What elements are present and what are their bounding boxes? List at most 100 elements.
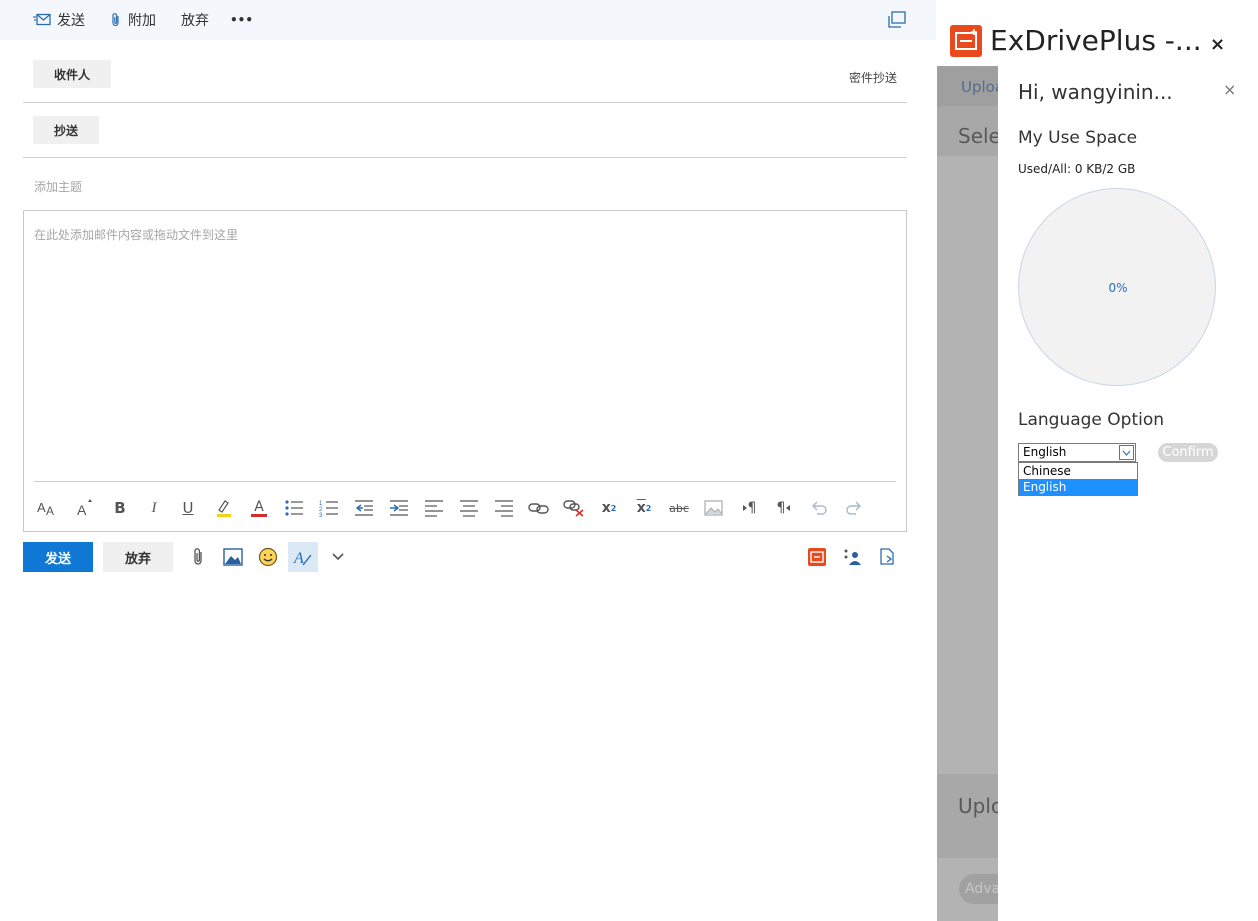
toolbar-discard-label: 放弃 xyxy=(181,13,209,29)
align-left-icon[interactable] xyxy=(423,497,445,519)
format-pen-icon: A xyxy=(293,550,312,567)
superscript-icon[interactable]: x2 xyxy=(598,497,620,519)
popout-icon xyxy=(888,11,906,28)
insert-picture-button[interactable] xyxy=(221,545,245,569)
chevron-down-icon xyxy=(332,553,344,561)
bcc-link[interactable]: 密件抄送 xyxy=(849,69,897,86)
strikethrough-icon[interactable]: abc xyxy=(668,497,690,519)
template-addin-button[interactable] xyxy=(875,545,899,569)
background-upload-tab: Uploa xyxy=(961,78,998,96)
redo-icon[interactable] xyxy=(843,497,865,519)
grow-font-icon[interactable]: A xyxy=(73,497,95,519)
rtl-icon[interactable]: ¶ xyxy=(773,497,795,519)
body-placeholder: 在此处添加邮件内容或拖动文件到这里 xyxy=(34,228,239,242)
font-size-icon[interactable]: AA xyxy=(37,497,59,519)
send-button-label: 发送 xyxy=(44,551,71,567)
increase-indent-icon[interactable] xyxy=(388,497,410,519)
ltr-icon[interactable]: ¶ xyxy=(738,497,760,519)
underline-icon[interactable]: U xyxy=(177,497,199,519)
document-edit-icon xyxy=(880,548,894,565)
cc-label: 抄送 xyxy=(53,123,78,138)
language-title: Language Option xyxy=(1018,410,1165,430)
popout-button[interactable] xyxy=(887,11,907,29)
ltr-mark: ¶ xyxy=(747,500,757,516)
highlight-icon[interactable] xyxy=(213,497,235,519)
usage-text: Used/All: 0 KB/2 GB xyxy=(1018,162,1136,176)
card-close-button[interactable]: × xyxy=(1223,80,1236,99)
toolbar-attach-label: 附加 xyxy=(128,13,156,29)
rtl-arrow-icon xyxy=(786,505,791,511)
language-select[interactable]: English xyxy=(1018,443,1136,462)
toolbar-send-button[interactable]: 发送 xyxy=(33,0,85,40)
background-select-text: Sele xyxy=(958,124,998,148)
language-dropdown-list: Chinese English xyxy=(1018,462,1138,496)
language-option-chinese[interactable]: Chinese xyxy=(1019,463,1137,479)
superscript-letter: x xyxy=(601,500,611,516)
paperclip-icon xyxy=(194,548,202,565)
insert-image-icon[interactable] xyxy=(703,497,725,519)
subscript-letter: x xyxy=(636,500,646,516)
smiley-icon xyxy=(258,547,278,567)
toolbar-send-label: 发送 xyxy=(57,13,85,29)
cc-button[interactable]: 抄送 xyxy=(33,116,99,144)
addin-background-page: Uploa Sele Uplo Adva xyxy=(937,66,998,921)
bold-icon[interactable]: B xyxy=(109,497,131,519)
undo-icon[interactable] xyxy=(808,497,830,519)
to-button[interactable]: 收件人 xyxy=(33,60,111,88)
format-bar-divider xyxy=(34,481,896,482)
background-upload-text: Uplo xyxy=(958,794,998,818)
subject-input[interactable]: 添加主题 xyxy=(34,178,82,195)
background-advanced-text: Adva xyxy=(965,881,998,897)
rtl-mark: ¶ xyxy=(776,500,786,516)
decrease-indent-icon[interactable] xyxy=(353,497,375,519)
body-editor[interactable] xyxy=(23,210,907,532)
people-addin-button[interactable] xyxy=(840,545,864,569)
exdriveplus-logo-icon xyxy=(808,548,826,566)
exdriveplus-addin-button[interactable] xyxy=(805,545,829,569)
exdriveplus-logo xyxy=(950,25,982,57)
emoji-button[interactable] xyxy=(256,545,280,569)
discard-button[interactable]: 放弃 xyxy=(103,542,173,572)
subscript-icon[interactable]: x2 xyxy=(633,497,655,519)
exdriveplus-logo-icon xyxy=(950,25,982,57)
language-option-english[interactable]: English xyxy=(1019,479,1137,495)
align-right-icon[interactable] xyxy=(493,497,515,519)
addin-close-button[interactable]: × xyxy=(1210,34,1225,55)
paperclip-icon xyxy=(112,13,119,27)
chevron-down-icon xyxy=(1122,450,1131,456)
to-label: 收件人 xyxy=(53,67,90,82)
align-center-icon[interactable] xyxy=(458,497,480,519)
divider xyxy=(23,157,907,158)
confirm-button[interactable]: Confirm xyxy=(1158,443,1218,462)
toolbar-more-button[interactable]: ••• xyxy=(230,0,253,40)
svg-text:3: 3 xyxy=(319,513,323,517)
format-toggle-button[interactable]: A xyxy=(288,542,318,572)
italic-icon[interactable]: I xyxy=(143,497,165,519)
svg-text:A: A xyxy=(46,504,54,517)
more-options-button[interactable] xyxy=(326,545,350,569)
picture-icon xyxy=(223,548,243,566)
insert-link-icon[interactable] xyxy=(528,497,550,519)
toolbar-attach-button[interactable]: 附加 xyxy=(110,0,156,40)
more-icon: ••• xyxy=(230,13,254,27)
attach-button[interactable] xyxy=(186,545,210,569)
discard-button-label: 放弃 xyxy=(124,551,151,567)
divider xyxy=(23,102,907,103)
remove-link-icon[interactable] xyxy=(563,497,585,519)
subscript-mark: 2 xyxy=(645,503,652,513)
numbering-icon[interactable]: 123 xyxy=(318,497,340,519)
svg-text:A: A xyxy=(77,502,87,517)
font-color-letter: A xyxy=(254,498,264,515)
send-button[interactable]: 发送 xyxy=(23,542,93,572)
addin-title: ExDrivePlus -... xyxy=(990,24,1202,57)
space-title: My Use Space xyxy=(1018,128,1138,148)
svg-text:A: A xyxy=(293,550,304,567)
select-arrow-button[interactable] xyxy=(1119,445,1134,460)
font-color-swatch xyxy=(251,513,267,517)
bullets-icon[interactable] xyxy=(283,497,305,519)
font-color-icon[interactable]: A xyxy=(248,497,270,519)
toolbar-discard-button[interactable]: 放弃 xyxy=(181,0,209,40)
people-icon xyxy=(844,549,861,565)
language-select-value: English xyxy=(1023,445,1067,459)
usage-percent: 0% xyxy=(1108,281,1128,295)
